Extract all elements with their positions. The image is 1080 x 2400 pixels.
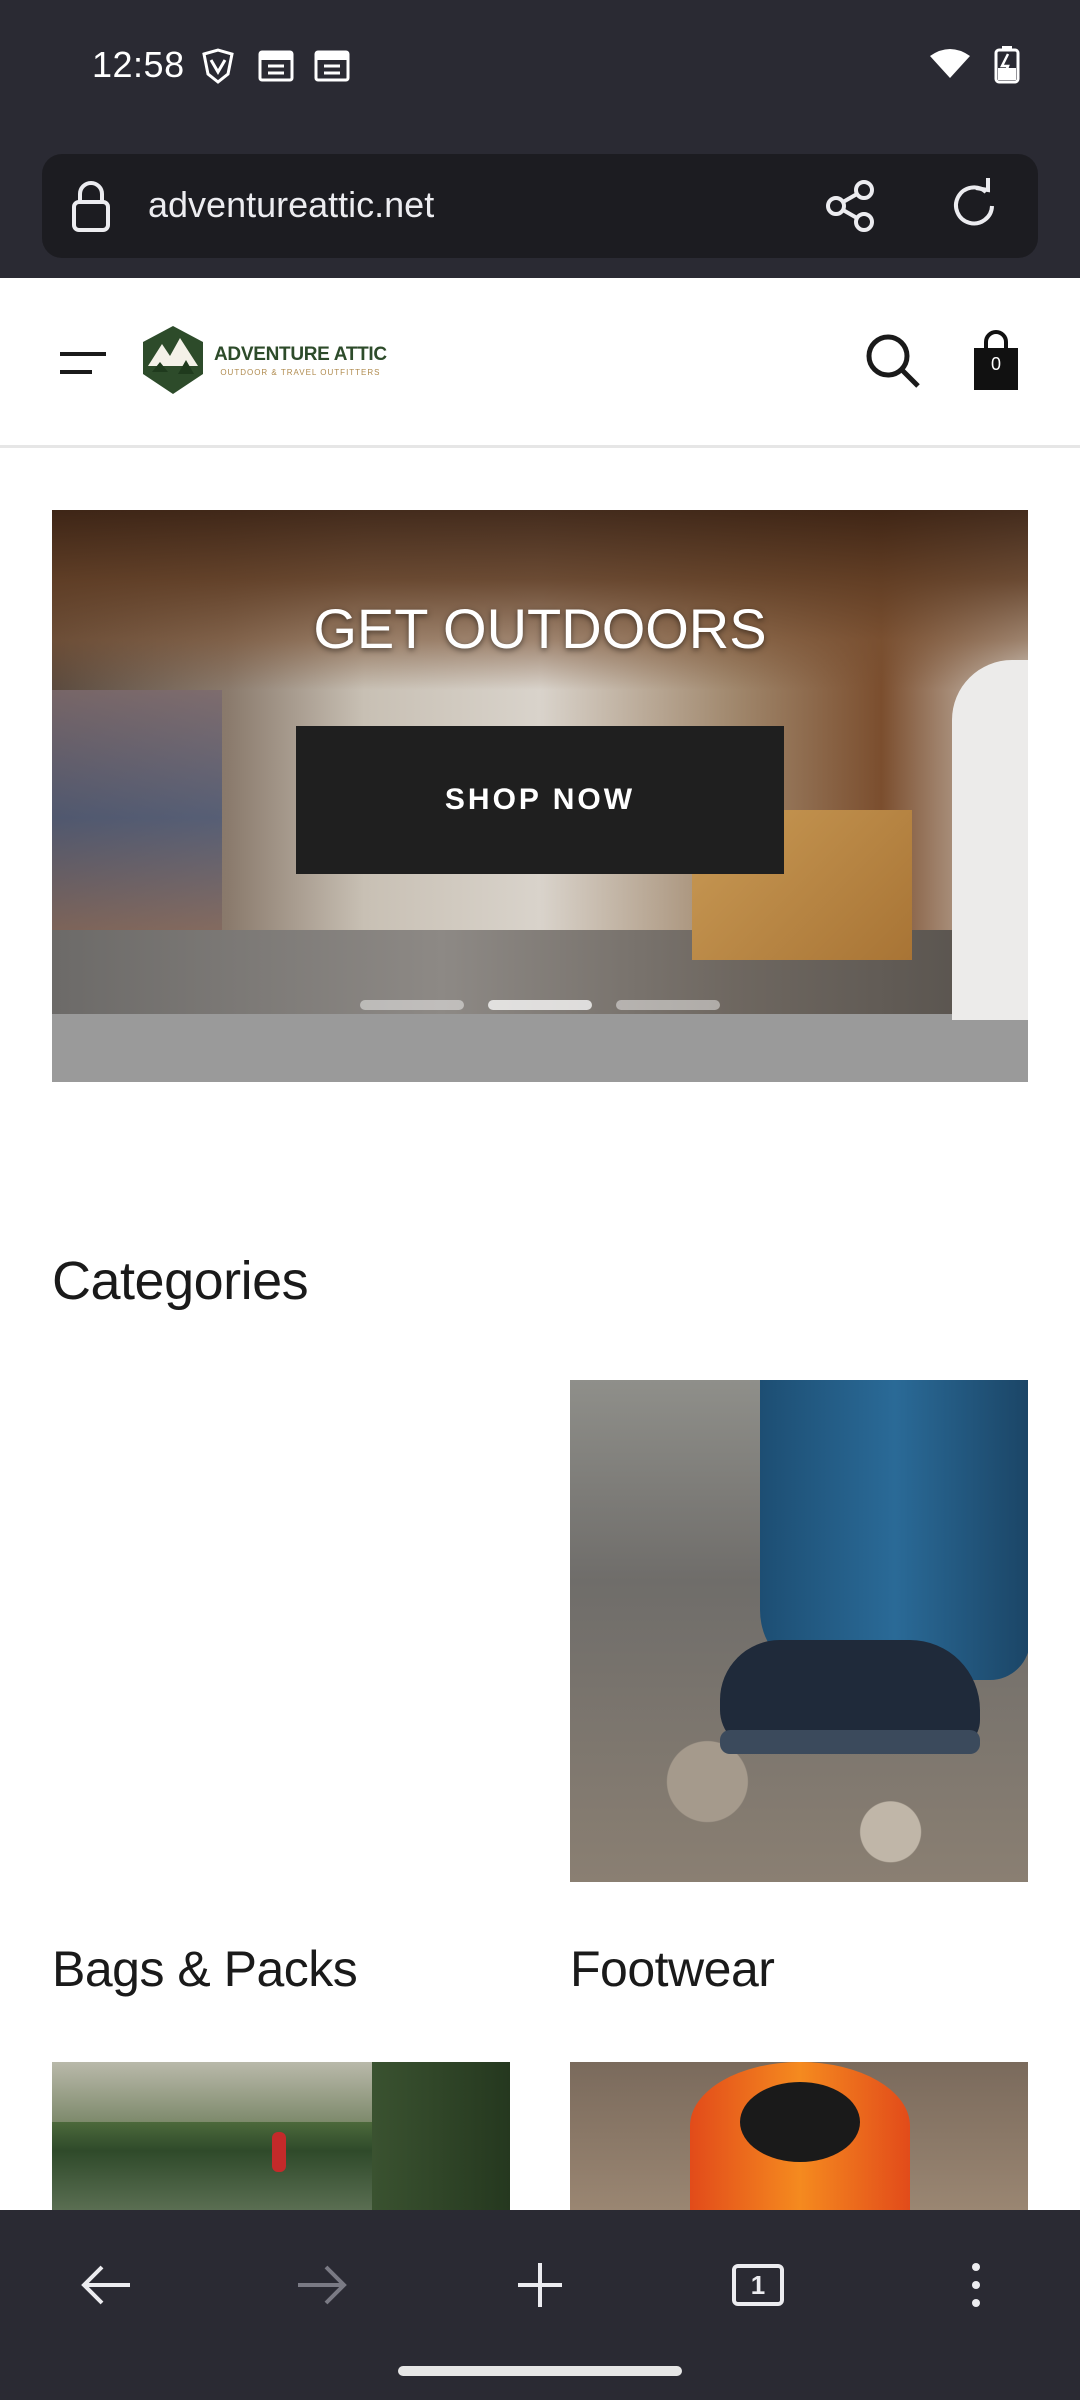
address-bar[interactable]: adventureattic.net [42,154,1038,258]
category-image-bags[interactable] [52,1380,510,1882]
category-card-bags[interactable]: Bags & Packs [52,1380,510,1997]
slider-dot[interactable] [360,1000,464,1010]
arrow-right-icon [298,2265,347,2305]
lock-icon[interactable] [70,180,112,232]
home-indicator[interactable] [398,2366,682,2376]
calendar-icon [258,50,294,82]
arrow-left-icon [81,2265,130,2305]
browser-toolbar: adventureattic.net [0,140,1080,278]
logo-title: ADVENTURE ATTIC [214,343,387,365]
category-label[interactable]: Bags & Packs [52,1940,358,1998]
site-logo[interactable]: ADVENTURE ATTIC OUTDOOR & TRAVEL OUTFITT… [140,324,387,396]
logo-subtitle: OUTDOOR & TRAVEL OUTFITTERS [220,367,381,377]
plus-icon [518,2263,562,2307]
new-tab-button[interactable] [500,2250,580,2320]
hero-banner[interactable]: GET OUTDOORS SHOP NOW [52,510,1028,1082]
calendar-icon [314,50,350,82]
category-image-lake[interactable] [52,2062,510,2210]
cart-count: 0 [990,354,1001,374]
status-bar: 12:58 [0,0,1080,140]
category-label[interactable]: Footwear [570,1940,775,1998]
more-vertical-icon [972,2263,980,2307]
forward-button[interactable] [282,2250,362,2320]
slider-dots [360,1000,720,1010]
site-header: ADVENTURE ATTIC OUTDOOR & TRAVEL OUTFITT… [0,278,1080,448]
slider-dot[interactable] [616,1000,720,1010]
slider-dot-active[interactable] [488,1000,592,1010]
url-text[interactable]: adventureattic.net [148,184,434,226]
reload-icon[interactable] [946,178,1002,234]
status-time: 12:58 [92,44,185,85]
hamburger-menu-icon[interactable] [58,348,108,378]
tab-count: 1 [732,2264,784,2306]
tab-switcher-button[interactable]: 1 [718,2250,798,2320]
search-icon[interactable] [864,332,922,390]
hero-title: GET OUTDOORS [313,597,767,660]
back-button[interactable] [66,2250,146,2320]
more-menu-button[interactable] [936,2250,1016,2320]
logo-badge-icon [143,326,203,394]
battery-charging-icon [994,46,1020,84]
vpn-shield-icon [202,48,234,84]
category-image-kayak[interactable] [570,2062,1028,2210]
shop-now-button[interactable]: SHOP NOW [296,726,784,874]
share-icon[interactable] [822,178,878,234]
category-image-footwear[interactable] [570,1380,1028,1882]
category-card-footwear[interactable]: Footwear [570,1380,1028,1997]
categories-heading: Categories [52,1251,309,1311]
browser-bottom-bar: 1 [0,2210,1080,2400]
cart-button[interactable]: 0 [972,328,1020,392]
wifi-icon [930,49,970,78]
